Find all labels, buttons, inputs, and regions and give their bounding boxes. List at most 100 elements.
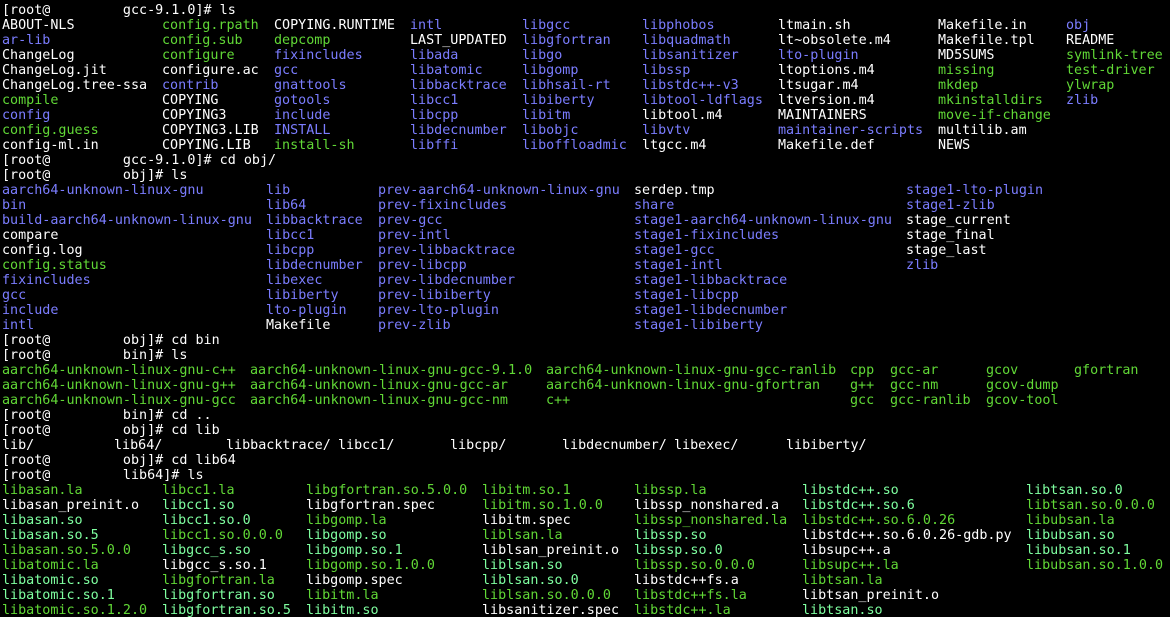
file-entry: libcpp (266, 243, 315, 258)
file-entry: gcc-nm (890, 378, 939, 393)
file-entry: lib64 (266, 198, 307, 213)
file-entry: prev-gcc (378, 213, 443, 228)
file-entry: lib64/ (114, 438, 163, 453)
listing-line: compile COPYING gotools libcc1 libiberty libt… (0, 93, 1170, 108)
file-entry: MAINTAINERS (778, 108, 867, 123)
file-entry: stage1-gcc (634, 243, 715, 258)
file-entry: compare (2, 228, 59, 243)
file-entry: prev-aarch64-unknown-linux-gnu (378, 183, 620, 198)
file-entry: libtsan.la (802, 573, 883, 588)
command-text: [root@ lib64]# ls (2, 468, 204, 483)
file-entry: libcc1.la (162, 483, 235, 498)
command-text: [root@ obj]# cd lib64 (2, 453, 236, 468)
file-entry: libasan.la (2, 483, 83, 498)
file-entry: prev-fixincludes (378, 198, 507, 213)
file-entry: libcc1 (410, 93, 459, 108)
command-text: [root@ obj]# ls (2, 168, 188, 183)
file-entry: libstdc++.so.6.0.26 (802, 513, 956, 528)
file-entry: libcc1.so (162, 498, 235, 513)
listing-line: libasan.so libcc1.so.0 libgomp.la libitm.sp… (0, 513, 1170, 528)
file-entry: libasan_preinit.o (2, 498, 140, 513)
file-entry: libtsan.so (802, 603, 883, 617)
file-entry: README (1066, 33, 1115, 48)
file-entry: aarch64-unknown-linux-gnu (2, 183, 204, 198)
command-text: [root@ gcc-9.1.0]# ls (2, 3, 236, 18)
file-entry: ltversion.m4 (778, 93, 875, 108)
file-entry: libiberty/ (786, 438, 867, 453)
file-entry: libcc1 (266, 228, 315, 243)
file-entry: ABOUT-NLS (2, 18, 75, 33)
file-entry: libgomp.so.1.0.0 (306, 558, 435, 573)
listing-line: ChangeLog configure fixincludes libada libgo… (0, 48, 1170, 63)
file-entry: libitm (522, 108, 571, 123)
file-entry: stage1-intl (634, 258, 723, 273)
file-entry: libasan.so.5.0.0 (2, 543, 131, 558)
listing-line: libatomic.la libgcc_s.so.1 libgomp.so.1.0.… (0, 558, 1170, 573)
file-entry: contrib (162, 78, 219, 93)
file-entry: cpp (850, 363, 875, 378)
listing-line: aarch64-unknown-linux-gnu-c++ aarch64-unk… (0, 363, 1170, 378)
file-entry: stage_final (906, 228, 995, 243)
file-entry: COPYING (162, 93, 219, 108)
file-entry: libada (410, 48, 459, 63)
file-entry: libhsail-rt (522, 78, 611, 93)
prompt-line: [root@ gcc-9.1.0]# ls (0, 3, 1170, 18)
file-entry: zlib (1066, 93, 1099, 108)
file-entry: install-sh (274, 138, 355, 153)
file-entry: share (634, 198, 675, 213)
file-entry: libasan.so (2, 513, 83, 528)
listing-line: gcc libiberty prev-libiberty stage1-libcpp (0, 288, 1170, 303)
file-entry: libbacktrace (410, 78, 507, 93)
file-entry: prev-libcpp (378, 258, 467, 273)
file-entry: libssp.so.0.0.0 (634, 558, 755, 573)
file-entry: libsupc++.a (802, 543, 891, 558)
listing-line: bin lib64 prev-fixincludes share stage1-zlib (0, 198, 1170, 213)
file-entry: prev-lto-plugin (378, 303, 499, 318)
file-entry: gnattools (274, 78, 347, 93)
listing-line: libatomic.so libgfortran.la libgomp.spec li… (0, 573, 1170, 588)
file-entry: ylwrap (1066, 78, 1115, 93)
listing-line: config-ml.in COPYING.LIB install-sh libffi l… (0, 138, 1170, 153)
file-entry: ltoptions.m4 (778, 63, 875, 78)
file-entry: missing (938, 63, 995, 78)
file-entry: libcc1.so.0.0.0 (162, 528, 283, 543)
file-entry: libsanitizer (642, 48, 739, 63)
file-entry: ltgcc.m4 (642, 138, 707, 153)
file-entry: intl (2, 318, 35, 333)
file-entry: ltmain.sh (778, 18, 851, 33)
file-entry: prev-libiberty (378, 288, 491, 303)
file-entry: Makefile.in (938, 18, 1027, 33)
file-entry: libgomp.spec (306, 573, 403, 588)
listing-line: libasan.la libcc1.la libgfortran.so.5.0.0 l… (0, 483, 1170, 498)
file-entry: libgfortran.la (162, 573, 275, 588)
file-entry: stage1-libdecnumber (634, 303, 788, 318)
file-entry: COPYING.LIB (162, 138, 251, 153)
file-entry: libiberty (522, 93, 595, 108)
file-entry: libgomp.so (306, 528, 387, 543)
file-entry: gcc (2, 288, 27, 303)
file-entry: libtsan.so.0.0.0 (1026, 498, 1155, 513)
file-entry: libbacktrace (266, 213, 363, 228)
file-entry: libgfortran.so.5.0.0 (306, 483, 468, 498)
file-entry: gcc-ranlib (890, 393, 971, 408)
listing-line: libatomic.so.1 libgfortran.so libitm.la lib… (0, 588, 1170, 603)
file-entry: libubsan.so.1 (1026, 543, 1131, 558)
prompt-line: [root@ obj]# cd lib (0, 423, 1170, 438)
file-entry: libubsan.so.1.0.0 (1026, 558, 1164, 573)
prompt-line: [root@ obj]# cd lib64 (0, 453, 1170, 468)
file-entry: libitm.la (306, 588, 379, 603)
command-text: [root@ gcc-9.1.0]# cd obj/ (2, 153, 277, 168)
file-entry: prev-intl (378, 228, 451, 243)
file-entry: gcov-tool (986, 393, 1059, 408)
terminal-window[interactable]: [root@ gcc-9.1.0]# ls ABOUT-NLS config.rpa… (0, 0, 1170, 617)
file-entry: compile (2, 93, 59, 108)
file-entry: libatomic.la (2, 558, 99, 573)
file-entry: libcc1.so.0 (162, 513, 251, 528)
file-entry: aarch64-unknown-linux-gnu-gfortran (546, 378, 821, 393)
file-entry: config (2, 108, 51, 123)
file-entry: liboffloadmic (522, 138, 627, 153)
file-entry: libssp.la (634, 483, 707, 498)
prompt-line: [root@ bin]# cd .. (0, 408, 1170, 423)
file-entry: stage1-fixincludes (634, 228, 780, 243)
file-entry: libgomp.la (306, 513, 387, 528)
